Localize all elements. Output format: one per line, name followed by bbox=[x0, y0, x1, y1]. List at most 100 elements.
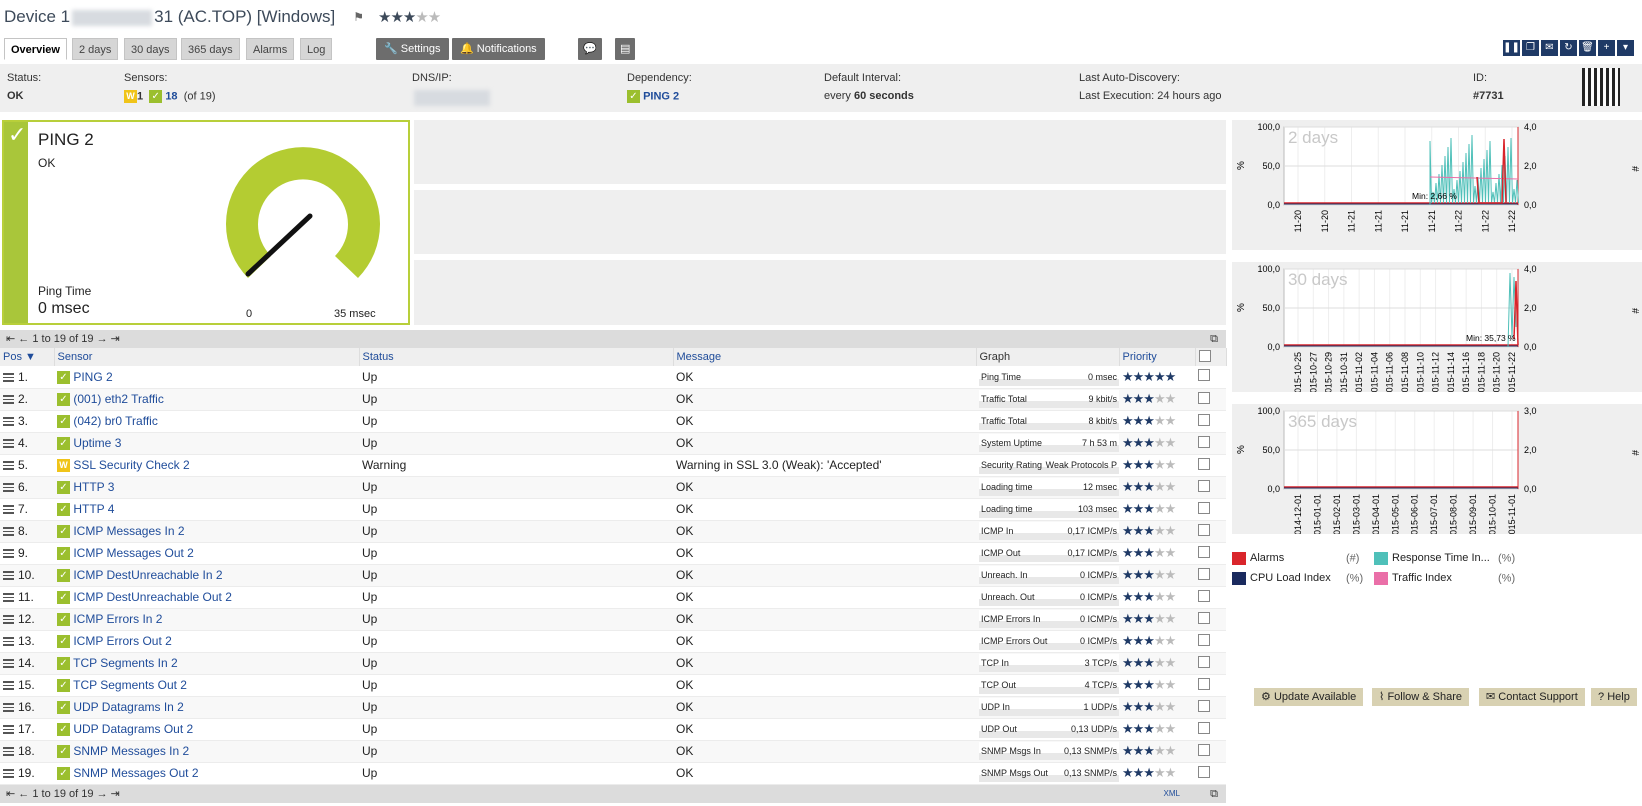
column-status[interactable]: Status bbox=[359, 348, 674, 366]
dependency-link[interactable]: PING 2 bbox=[643, 90, 679, 102]
table-row[interactable]: 3. ✓ (042) br0 Traffic Up OK Traffic Total 8 … bbox=[0, 410, 1226, 433]
column-priority[interactable]: Priority bbox=[1119, 348, 1196, 366]
row-graph[interactable]: ICMP Errors Out 0 ICMP/s bbox=[976, 630, 1119, 653]
row-graph[interactable]: Ping Time 0 msec bbox=[976, 366, 1119, 389]
row-checkbox[interactable] bbox=[1195, 476, 1226, 499]
row-graph[interactable]: UDP Out 0,13 UDP/s bbox=[976, 718, 1119, 741]
mini-graph[interactable]: TCP Out 4 TCP/s bbox=[979, 676, 1119, 694]
drag-handle-icon[interactable] bbox=[3, 505, 14, 515]
xml-link[interactable]: XML bbox=[1164, 785, 1180, 803]
drag-handle-icon[interactable] bbox=[3, 615, 14, 625]
drag-handle-icon[interactable] bbox=[3, 637, 14, 647]
qr-code[interactable] bbox=[1582, 68, 1620, 106]
email-icon[interactable]: ✉ bbox=[1541, 40, 1558, 56]
drag-handle-icon[interactable] bbox=[3, 769, 14, 779]
row-pos[interactable]: 15. bbox=[0, 674, 54, 697]
row-graph[interactable]: TCP In 3 TCP/s bbox=[976, 652, 1119, 675]
row-graph[interactable]: SNMP Msgs In 0,13 SNMP/s bbox=[976, 740, 1119, 763]
tab-log[interactable]: Log bbox=[300, 38, 333, 60]
mini-graph[interactable]: Traffic Total 9 kbit/s bbox=[979, 390, 1119, 408]
drag-handle-icon[interactable] bbox=[3, 483, 14, 493]
notifications-button[interactable]: 🔔 Notifications bbox=[452, 38, 545, 60]
mini-graph[interactable]: ICMP In 0,17 ICMP/s bbox=[979, 522, 1119, 540]
row-checkbox[interactable] bbox=[1195, 564, 1226, 587]
popout-icon[interactable]: ⧉ bbox=[1210, 785, 1218, 803]
row-pos[interactable]: 11. bbox=[0, 586, 54, 609]
row-checkbox[interactable] bbox=[1195, 630, 1226, 653]
row-priority-stars[interactable]: ★★★★★ bbox=[1119, 432, 1195, 455]
drag-handle-icon[interactable] bbox=[3, 373, 14, 383]
drag-handle-icon[interactable] bbox=[3, 593, 14, 603]
row-checkbox[interactable] bbox=[1195, 762, 1226, 785]
pager-next-icon[interactable]: → bbox=[97, 788, 108, 800]
table-row[interactable]: 17. ✓ UDP Datagrams Out 2 Up OK UDP Out 0,13 … bbox=[0, 718, 1226, 741]
row-graph[interactable]: Traffic Total 8 kbit/s bbox=[976, 410, 1119, 433]
row-graph[interactable]: Traffic Total 9 kbit/s bbox=[976, 388, 1119, 411]
mini-graph[interactable]: Traffic Total 8 kbit/s bbox=[979, 412, 1119, 430]
row-pos[interactable]: 4. bbox=[0, 432, 54, 455]
pause-icon[interactable]: ❚❚ bbox=[1503, 40, 1520, 56]
row-sensor[interactable]: ✓ HTTP 3 bbox=[54, 476, 359, 499]
row-checkbox[interactable] bbox=[1195, 608, 1226, 631]
table-row[interactable]: 11. ✓ ICMP DestUnreachable Out 2 Up OK Unrea… bbox=[0, 586, 1226, 609]
row-priority-stars[interactable]: ★★★★★ bbox=[1119, 652, 1195, 675]
table-row[interactable]: 13. ✓ ICMP Errors Out 2 Up OK ICMP Errors Ou… bbox=[0, 630, 1226, 653]
row-graph[interactable]: SNMP Msgs Out 0,13 SNMP/s bbox=[976, 762, 1119, 785]
tab-alarms[interactable]: Alarms bbox=[246, 38, 295, 60]
table-row[interactable]: 1. ✓ PING 2 Up OK Ping Time 0 msec ★★★★★ bbox=[0, 366, 1226, 389]
row-sensor[interactable]: ✓ UDP Datagrams In 2 bbox=[54, 696, 359, 719]
table-row[interactable]: 15. ✓ TCP Segments Out 2 Up OK TCP Out 4 TCP/… bbox=[0, 674, 1226, 697]
graph-30-days[interactable]: 2015-10-25 2015-10-27 2015-10-29 2015-10-31… bbox=[1232, 262, 1642, 392]
mini-graph[interactable]: SNMP Msgs Out 0,13 SNMP/s bbox=[979, 764, 1119, 782]
row-sensor[interactable]: ✓ ICMP Errors In 2 bbox=[54, 608, 359, 631]
add-icon[interactable]: + bbox=[1598, 40, 1615, 56]
row-priority-stars[interactable]: ★★★★★ bbox=[1119, 498, 1195, 521]
pager-next-icon[interactable]: → bbox=[97, 333, 108, 345]
table-row[interactable]: 19. ✓ SNMP Messages Out 2 Up OK SNMP Msgs Ou… bbox=[0, 762, 1226, 785]
row-priority-stars[interactable]: ★★★★★ bbox=[1119, 366, 1195, 389]
row-priority-stars[interactable]: ★★★★★ bbox=[1119, 608, 1195, 631]
row-checkbox[interactable] bbox=[1195, 652, 1226, 675]
row-graph[interactable]: Security Rating Weak Protocols P bbox=[976, 454, 1119, 477]
row-checkbox[interactable] bbox=[1195, 696, 1226, 719]
row-pos[interactable]: 12. bbox=[0, 608, 54, 631]
row-checkbox[interactable] bbox=[1195, 542, 1226, 565]
row-sensor[interactable]: ✓ ICMP DestUnreachable In 2 bbox=[54, 564, 359, 587]
tab-365-days[interactable]: 365 days bbox=[181, 38, 240, 60]
row-pos[interactable]: 10. bbox=[0, 564, 54, 587]
drag-handle-icon[interactable] bbox=[3, 659, 14, 669]
row-checkbox[interactable] bbox=[1195, 498, 1226, 521]
row-checkbox[interactable] bbox=[1195, 740, 1226, 763]
row-priority-stars[interactable]: ★★★★★ bbox=[1119, 630, 1195, 653]
sensors-up-count[interactable]: 18 bbox=[165, 90, 177, 102]
ticket-button[interactable]: 💬 bbox=[578, 38, 602, 60]
row-priority-stars[interactable]: ★★★★★ bbox=[1119, 762, 1195, 785]
mini-graph[interactable]: TCP In 3 TCP/s bbox=[979, 654, 1119, 672]
row-priority-stars[interactable]: ★★★★★ bbox=[1119, 410, 1195, 433]
drag-handle-icon[interactable] bbox=[3, 549, 14, 559]
table-row[interactable]: 6. ✓ HTTP 3 Up OK Loading time 12 msec ★★★★★ bbox=[0, 476, 1226, 499]
row-checkbox[interactable] bbox=[1195, 432, 1226, 455]
row-pos[interactable]: 7. bbox=[0, 498, 54, 521]
row-sensor[interactable]: ✓ SNMP Messages In 2 bbox=[54, 740, 359, 763]
row-priority-stars[interactable]: ★★★★★ bbox=[1119, 454, 1195, 477]
pager-first-icon[interactable]: ⇤ bbox=[6, 333, 15, 345]
graph-365-days[interactable]: 2014-12-01 2015-01-01 2015-02-01 2015-03-01… bbox=[1232, 404, 1642, 534]
popout-icon[interactable]: ⧉ bbox=[1210, 330, 1218, 348]
table-row[interactable]: 8. ✓ ICMP Messages In 2 Up OK ICMP In 0,17 IC… bbox=[0, 520, 1226, 543]
row-graph[interactable]: UDP In 1 UDP/s bbox=[976, 696, 1119, 719]
row-pos[interactable]: 13. bbox=[0, 630, 54, 653]
row-pos[interactable]: 5. bbox=[0, 454, 54, 477]
mini-graph[interactable]: Security Rating Weak Protocols P bbox=[979, 456, 1119, 474]
row-pos[interactable]: 1. bbox=[0, 366, 54, 389]
mini-graph[interactable]: UDP Out 0,13 UDP/s bbox=[979, 720, 1119, 738]
table-row[interactable]: 12. ✓ ICMP Errors In 2 Up OK ICMP Errors In 0… bbox=[0, 608, 1226, 631]
mini-graph[interactable]: Loading time 12 msec bbox=[979, 478, 1119, 496]
mini-graph[interactable]: Unreach. In 0 ICMP/s bbox=[979, 566, 1119, 584]
row-pos[interactable]: 18. bbox=[0, 740, 54, 763]
drag-handle-icon[interactable] bbox=[3, 571, 14, 581]
delete-icon[interactable]: 🗑 bbox=[1579, 40, 1596, 56]
row-pos[interactable]: 8. bbox=[0, 520, 54, 543]
tab-2-days[interactable]: 2 days bbox=[72, 38, 119, 60]
row-checkbox[interactable] bbox=[1195, 520, 1226, 543]
